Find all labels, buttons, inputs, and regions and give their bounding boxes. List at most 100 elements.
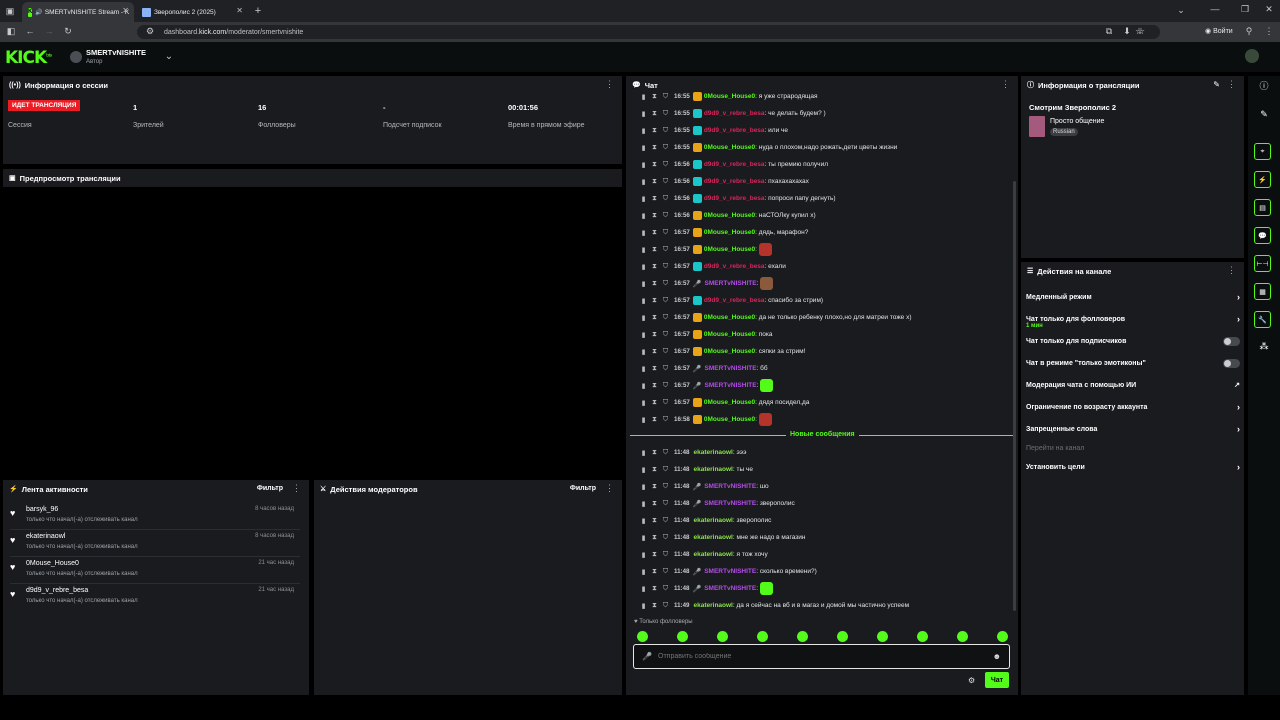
more-icon[interactable]: ⋮: [605, 483, 614, 494]
rail-archive-button[interactable]: ▦: [1254, 283, 1271, 300]
delete-message-icon[interactable]: ▮: [638, 382, 649, 390]
message-username[interactable]: d9d9_v_rebre_besa: [704, 110, 765, 117]
timeout-icon[interactable]: ⧗: [649, 449, 660, 457]
delete-message-icon[interactable]: ▮: [638, 449, 649, 457]
toggle-switch[interactable]: [1223, 336, 1240, 346]
ban-icon[interactable]: ⛉: [660, 449, 671, 457]
quick-emote-icon[interactable]: [717, 631, 728, 642]
ban-icon[interactable]: ⛉: [660, 263, 671, 271]
message-username[interactable]: SMERTvNISHITE: [704, 500, 756, 507]
share-icon[interactable]: ⁂: [1258, 342, 1270, 351]
delete-message-icon[interactable]: ▮: [638, 331, 649, 339]
delete-message-icon[interactable]: ▮: [638, 568, 649, 576]
delete-message-icon[interactable]: ▮: [638, 314, 649, 322]
emoji-picker-icon[interactable]: ☻: [993, 652, 1001, 661]
timeout-icon[interactable]: ⧗: [649, 382, 660, 390]
more-icon[interactable]: ⋮: [1227, 79, 1236, 90]
timeout-icon[interactable]: ⧗: [649, 551, 660, 559]
timeout-icon[interactable]: ⧗: [649, 297, 660, 305]
ban-icon[interactable]: ⛉: [660, 212, 671, 220]
ban-icon[interactable]: ⛉: [660, 178, 671, 186]
chat-settings-icon[interactable]: ⚙: [968, 676, 975, 685]
timeout-icon[interactable]: ⧗: [649, 517, 660, 525]
ban-icon[interactable]: ⛉: [660, 297, 671, 305]
external-link-icon[interactable]: ↗: [1234, 381, 1240, 389]
channel-action-item[interactable]: Ограничение по возрасту аккаунта ›: [1026, 401, 1240, 413]
quick-emote-icon[interactable]: [837, 631, 848, 642]
message-username[interactable]: d9d9_v_rebre_besa: [704, 178, 765, 185]
delete-message-icon[interactable]: ▮: [638, 466, 649, 474]
activity-user[interactable]: d9d9_v_rebre_besa: [26, 587, 88, 594]
ban-icon[interactable]: ⛉: [660, 500, 671, 508]
forward-icon[interactable]: →: [44, 27, 54, 36]
user-avatar[interactable]: [1245, 49, 1259, 63]
new-tab-icon[interactable]: +: [252, 5, 264, 17]
message-username[interactable]: d9d9_v_rebre_besa: [704, 161, 765, 168]
ban-icon[interactable]: ⛉: [660, 246, 671, 254]
channel-action-item[interactable]: Медленный режим ›: [1026, 291, 1240, 303]
activity-user[interactable]: ekaterinaowl: [26, 533, 65, 540]
ban-icon[interactable]: ⛉: [660, 127, 671, 135]
timeout-icon[interactable]: ⧗: [649, 466, 660, 474]
cast-icon[interactable]: ⧉: [1104, 27, 1114, 36]
message-username[interactable]: 0Mouse_House0: [704, 331, 755, 338]
chevron-right-icon[interactable]: ›: [1237, 292, 1240, 302]
message-username[interactable]: 0Mouse_House0: [704, 348, 755, 355]
sidebar-toggle-icon[interactable]: ◧: [6, 27, 16, 36]
ban-icon[interactable]: ⛉: [660, 568, 671, 576]
timeout-icon[interactable]: ⧗: [649, 178, 660, 186]
quick-emote-icon[interactable]: [997, 631, 1008, 642]
ban-icon[interactable]: ⛉: [660, 348, 671, 356]
delete-message-icon[interactable]: ▮: [638, 500, 649, 508]
message-username[interactable]: ekaterinaowl: [693, 534, 732, 541]
ban-icon[interactable]: ⛉: [660, 483, 671, 491]
message-username[interactable]: SMERTvNISHITE: [705, 365, 757, 372]
timeout-icon[interactable]: ⧗: [649, 127, 660, 135]
delete-message-icon[interactable]: ▮: [638, 93, 649, 101]
filter-button[interactable]: Фильтр: [570, 485, 596, 492]
timeout-icon[interactable]: ⧗: [649, 93, 660, 101]
url-input[interactable]: ⚙ dashboard. kick.com/moderator/smertvnis…: [137, 25, 1160, 39]
ban-icon[interactable]: ⛉: [660, 314, 671, 322]
tab-kick-stream[interactable]: K 🔊 SMERTvNISHITE Stream - K ✕: [22, 2, 134, 22]
timeout-icon[interactable]: ⧗: [649, 585, 660, 593]
more-icon[interactable]: ⋮: [1227, 265, 1236, 276]
ban-icon[interactable]: ⛉: [660, 331, 671, 339]
message-username[interactable]: d9d9_v_rebre_besa: [704, 195, 765, 202]
stream-preview-video[interactable]: [3, 187, 622, 475]
timeout-icon[interactable]: ⧗: [649, 280, 660, 288]
ban-icon[interactable]: ⛉: [660, 161, 671, 169]
timeout-icon[interactable]: ⧗: [649, 568, 660, 576]
chevron-right-icon[interactable]: ›: [1237, 424, 1240, 434]
menu-icon[interactable]: ⋮: [1264, 27, 1274, 36]
delete-message-icon[interactable]: ▮: [638, 416, 649, 424]
rail-tools-button[interactable]: 🔧: [1254, 311, 1271, 328]
ban-icon[interactable]: ⛉: [660, 144, 671, 152]
delete-message-icon[interactable]: ▮: [638, 246, 649, 254]
message-username[interactable]: SMERTvNISHITE: [704, 585, 756, 592]
toggle-switch[interactable]: [1223, 358, 1240, 368]
message-username[interactable]: d9d9_v_rebre_besa: [704, 127, 765, 134]
delete-message-icon[interactable]: ▮: [638, 161, 649, 169]
rail-boost-button[interactable]: ⚡: [1254, 171, 1271, 188]
close-tab-icon[interactable]: ✕: [122, 6, 129, 15]
delete-message-icon[interactable]: ▮: [638, 585, 649, 593]
channel-switch-chevron-icon[interactable]: ⌄: [164, 52, 174, 62]
timeout-icon[interactable]: ⧗: [649, 229, 660, 237]
ban-icon[interactable]: ⛉: [660, 382, 671, 390]
ban-icon[interactable]: ⛉: [660, 517, 671, 525]
message-username[interactable]: ekaterinaowl: [693, 449, 732, 456]
delete-message-icon[interactable]: ▮: [638, 229, 649, 237]
ban-icon[interactable]: ⛉: [660, 280, 671, 288]
timeout-icon[interactable]: ⧗: [649, 602, 660, 610]
timeout-icon[interactable]: ⧗: [649, 314, 660, 322]
delete-message-icon[interactable]: ▮: [638, 399, 649, 407]
star-icon[interactable]: ☆: [1134, 27, 1144, 36]
channel-action-item[interactable]: Чат в режиме "только эмотиконы": [1026, 357, 1240, 369]
delete-message-icon[interactable]: ▮: [638, 348, 649, 356]
message-username[interactable]: 0Mouse_House0: [704, 144, 755, 151]
rail-raid-button[interactable]: ⊢⊣: [1254, 255, 1271, 272]
tab-search-icon[interactable]: ⌄: [1176, 6, 1186, 15]
ban-icon[interactable]: ⛉: [660, 195, 671, 203]
ban-icon[interactable]: ⛉: [660, 602, 671, 610]
